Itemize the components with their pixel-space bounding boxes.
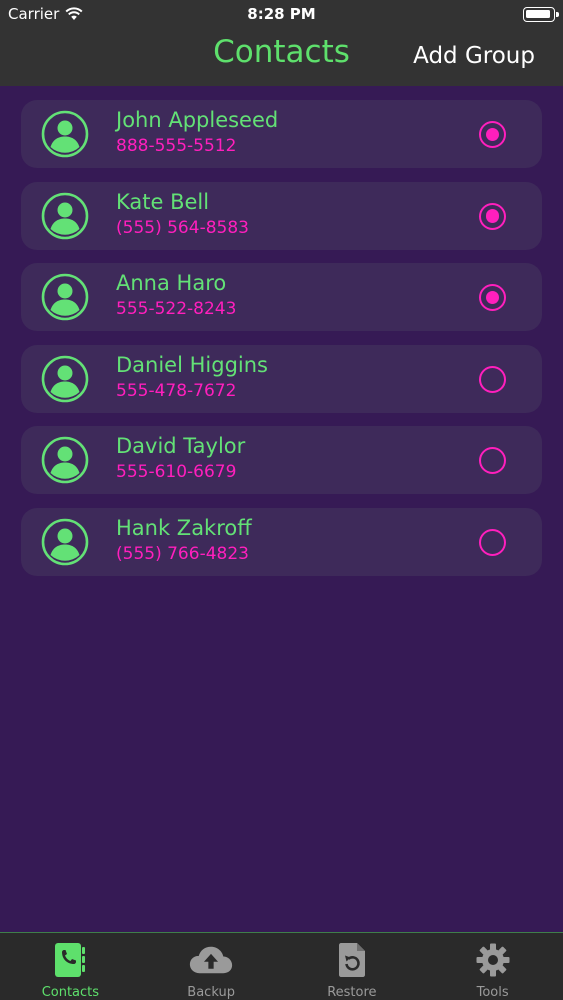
tab-contacts[interactable]: Contacts bbox=[0, 933, 141, 1000]
contact-name: David Taylor bbox=[116, 434, 246, 458]
tab-backup[interactable]: Backup bbox=[141, 933, 282, 1000]
contact-row[interactable]: David Taylor 555-610-6679 bbox=[21, 426, 542, 494]
status-time: 8:28 PM bbox=[247, 5, 316, 23]
person-avatar-icon bbox=[41, 518, 89, 565]
selected-radio[interactable] bbox=[479, 284, 506, 311]
contact-phone: 555-478-7672 bbox=[116, 380, 237, 401]
contact-row[interactable]: John Appleseed 888-555-5512 bbox=[21, 100, 542, 168]
tab-label: Contacts bbox=[41, 985, 100, 1000]
selected-radio[interactable] bbox=[479, 202, 506, 230]
contact-name: Anna Haro bbox=[116, 271, 227, 295]
person-avatar-icon bbox=[41, 192, 89, 239]
contact-name: Kate Bell bbox=[116, 189, 210, 214]
tab-label: Tools bbox=[476, 985, 509, 1000]
contact-phone: 555-522-8243 bbox=[116, 299, 237, 319]
person-avatar-icon bbox=[41, 436, 89, 484]
contact-row[interactable]: Daniel Higgins 555-478-7672 bbox=[21, 344, 542, 413]
contact-list: John Appleseed 888-555-5512 Kate Bell (5… bbox=[21, 100, 542, 589]
contact-row[interactable]: Hank Zakroff (555) 766-4823 bbox=[21, 507, 542, 576]
gear-icon bbox=[476, 943, 510, 977]
contact-phone: 555-610-6679 bbox=[116, 462, 237, 482]
contacts-book-icon bbox=[55, 943, 86, 977]
unselected-radio[interactable] bbox=[479, 528, 506, 556]
contact-name: Daniel Higgins bbox=[116, 352, 268, 377]
selected-radio[interactable] bbox=[479, 121, 506, 148]
cloud-upload-icon bbox=[190, 946, 233, 974]
unselected-radio[interactable] bbox=[479, 447, 506, 474]
tab-bar: Contacts Backup Restore Tools bbox=[0, 932, 563, 1000]
restore-file-icon bbox=[338, 943, 365, 977]
person-avatar-icon bbox=[41, 355, 89, 402]
status-bar: Carrier 8:28 PM bbox=[0, 0, 563, 30]
contact-phone: (555) 564-8583 bbox=[116, 217, 249, 238]
contact-row[interactable]: Kate Bell (555) 564-8583 bbox=[21, 181, 542, 250]
person-avatar-icon bbox=[41, 273, 89, 321]
tab-restore[interactable]: Restore bbox=[282, 933, 423, 1000]
contact-row[interactable]: Anna Haro 555-522-8243 bbox=[21, 263, 542, 331]
top-bar: Carrier 8:28 PM Contacts Add Group bbox=[0, 0, 563, 86]
contact-phone: 888-555-5512 bbox=[116, 136, 237, 156]
contact-phone: (555) 766-4823 bbox=[116, 543, 249, 564]
contact-name: Hank Zakroff bbox=[116, 515, 252, 540]
tab-label: Backup bbox=[187, 985, 235, 1000]
contact-name: John Appleseed bbox=[116, 108, 279, 132]
add-group-button[interactable]: Add Group bbox=[413, 43, 535, 69]
battery-icon bbox=[523, 7, 559, 22]
unselected-radio[interactable] bbox=[479, 365, 506, 393]
tab-label: Restore bbox=[327, 985, 377, 1000]
tab-tools[interactable]: Tools bbox=[422, 933, 563, 1000]
contacts-screen: Carrier 8:28 PM Contacts Add Group John … bbox=[0, 0, 563, 1000]
person-avatar-icon bbox=[41, 110, 89, 158]
